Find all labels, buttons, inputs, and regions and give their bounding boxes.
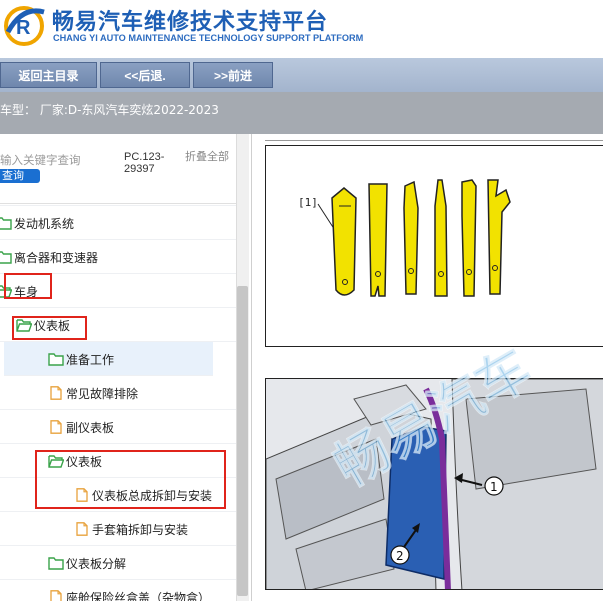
tree-item[interactable]: 发动机系统 xyxy=(0,206,236,240)
folder-icon xyxy=(0,215,12,230)
navigation-tree: 附件发动机系统离合器和变速器车身仪表板准备工作常见故障排除副仪表板仪表板仪表板总… xyxy=(0,134,236,601)
folder-icon xyxy=(48,555,64,570)
figure-trim-tools: [1] xyxy=(265,145,603,347)
svg-text:R: R xyxy=(16,17,31,39)
dashboard-removal-illustration: 1 2 xyxy=(266,379,603,589)
folder-icon xyxy=(48,351,64,366)
tree-item[interactable]: 常见故障排除 xyxy=(0,376,236,410)
back-button[interactable]: <<后退. xyxy=(100,62,190,88)
query-button[interactable]: 查询 xyxy=(0,169,40,183)
callout-2: 2 xyxy=(396,549,404,563)
document-icon xyxy=(48,419,64,434)
tree-item-label: 座舱保险丝盒盖（杂物盒） xyxy=(66,591,211,601)
pc-code-text: PC.123-29397 xyxy=(124,151,165,175)
tree-item[interactable]: 准备工作 xyxy=(4,342,213,376)
document-icon xyxy=(74,521,90,536)
tree-item-label: 准备工作 xyxy=(66,353,115,367)
home-button[interactable]: 返回主目录 xyxy=(0,62,97,88)
app-title: 畅易汽车维修技术支持平台 xyxy=(52,10,329,35)
search-area: 输入关键字查询 查询 PC.123-29397 折叠全部 xyxy=(0,134,236,204)
app-subtitle: CHANG YI AUTO MAINTENANCE TECHNOLOGY SUP… xyxy=(53,33,364,43)
app-window: R 畅易汽车维修技术支持平台 CHANG YI AUTO MAINTENANCE… xyxy=(0,0,603,601)
forward-button[interactable]: >>前进 xyxy=(193,62,273,88)
model-bar: 车型： 厂家:D-东风汽车奕炫2022-2023 xyxy=(0,92,603,134)
tree-item[interactable]: 座舱保险丝盒盖（杂物盒） xyxy=(0,580,236,601)
figure-dashboard-removal: 1 2 xyxy=(265,378,603,590)
callout-1: 1 xyxy=(490,480,498,494)
scrollbar-thumb[interactable] xyxy=(237,286,248,596)
tool-callout-label: [1] xyxy=(298,196,318,209)
tree-item[interactable]: 手套箱拆卸与安装 xyxy=(0,512,236,546)
trim-tools-illustration: [1] xyxy=(298,179,511,297)
collapse-all-link[interactable]: 折叠全部 xyxy=(185,151,231,163)
highlight-box-body xyxy=(4,273,52,299)
tree-item-label: 常见故障排除 xyxy=(66,387,139,401)
left-panel: 附件发动机系统离合器和变速器车身仪表板准备工作常见故障排除副仪表板仪表板仪表板总… xyxy=(0,134,252,601)
document-icon xyxy=(48,589,64,601)
tree-item[interactable]: 副仪表板 xyxy=(0,410,236,444)
logo-icon: R xyxy=(4,6,45,46)
highlight-box-dashboard-assembly xyxy=(35,450,226,509)
tree-item-label: 手套箱拆卸与安装 xyxy=(92,523,189,537)
vehicle-model-text: 车型： 厂家:D-东风汽车奕炫2022-2023 xyxy=(0,103,219,117)
tree-item-label: 发动机系统 xyxy=(14,217,75,231)
highlight-box-dashboard xyxy=(12,316,87,340)
tree-item[interactable]: 仪表板分解 xyxy=(0,546,236,580)
search-input[interactable]: 输入关键字查询 xyxy=(0,152,81,168)
tree-item[interactable]: 离合器和变速器 xyxy=(0,240,236,274)
header: R 畅易汽车维修技术支持平台 CHANG YI AUTO MAINTENANCE… xyxy=(0,0,603,58)
folder-icon xyxy=(0,249,12,264)
toolbar: 返回主目录 <<后退. >>前进 xyxy=(0,58,603,92)
content-divider xyxy=(265,140,603,141)
tree-item-label: 副仪表板 xyxy=(66,421,115,435)
tree-item-label: 离合器和变速器 xyxy=(14,251,99,265)
tree-item-label: 仪表板分解 xyxy=(66,557,127,571)
document-icon xyxy=(48,385,64,400)
